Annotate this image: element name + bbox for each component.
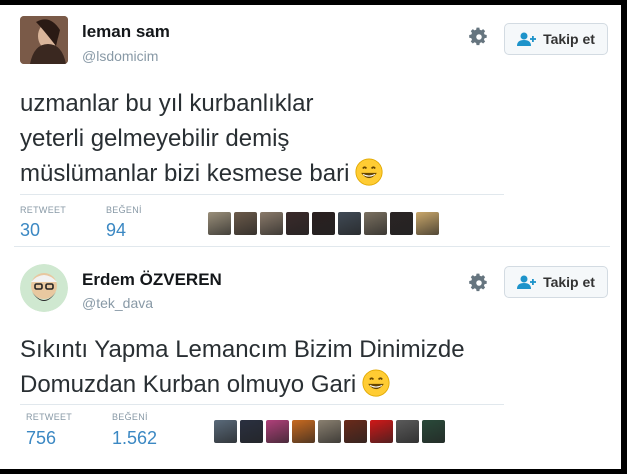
liker-avatar[interactable] xyxy=(416,212,439,235)
liker-avatar[interactable] xyxy=(214,420,237,443)
tweet-text-line: yeterli gelmeyebilir demiş xyxy=(20,125,290,152)
screenshot-frame-top xyxy=(0,0,627,5)
avatar[interactable] xyxy=(20,264,68,312)
tweet-text: uzmanlar bu yıl kurbanlıklar yeterli gel… xyxy=(20,86,384,191)
liker-avatar[interactable] xyxy=(312,212,335,235)
liker-avatar[interactable] xyxy=(422,420,445,443)
tweet-text: Sıkıntı Yapma Lemancım Bizim Dinimizde D… xyxy=(20,332,465,402)
liker-avatar[interactable] xyxy=(364,212,387,235)
liker-avatar[interactable] xyxy=(344,420,367,443)
tweet-text-line: Sıkıntı Yapma Lemancım Bizim Dinimizde xyxy=(20,336,465,363)
liker-avatar[interactable] xyxy=(286,212,309,235)
display-name[interactable]: leman sam xyxy=(82,22,170,42)
like-label: BEĞENİ xyxy=(106,205,142,215)
screenshot-frame-bottom xyxy=(0,469,627,474)
follow-button-label: Takip et xyxy=(543,274,595,290)
liker-avatars xyxy=(214,420,445,443)
tweet-text-line: Domuzdan Kurban olmuyo Gari xyxy=(20,367,465,402)
username[interactable]: @lsdomicim xyxy=(82,48,158,64)
follow-button-label: Takip et xyxy=(543,31,595,47)
follow-button[interactable]: Takip et xyxy=(504,266,608,298)
like-count[interactable]: 1.562 xyxy=(112,428,157,449)
screenshot-frame-right xyxy=(621,0,627,474)
follow-user-icon xyxy=(517,32,537,46)
retweet-count[interactable]: 30 xyxy=(20,220,40,241)
liker-avatar[interactable] xyxy=(338,212,361,235)
liker-avatar[interactable] xyxy=(370,420,393,443)
liker-avatars xyxy=(208,212,439,235)
grinning-face-icon xyxy=(362,369,390,397)
retweet-label: RETWEET xyxy=(20,205,67,215)
liker-avatar[interactable] xyxy=(260,212,283,235)
retweet-label: RETWEET xyxy=(26,412,73,422)
gear-icon[interactable] xyxy=(468,272,490,294)
like-count[interactable]: 94 xyxy=(106,220,126,241)
liker-avatar[interactable] xyxy=(390,212,413,235)
liker-avatar[interactable] xyxy=(266,420,289,443)
retweet-count[interactable]: 756 xyxy=(26,428,56,449)
tweet-text-line: müslümanlar bizi kesmese bari xyxy=(20,156,384,191)
liker-avatar[interactable] xyxy=(208,212,231,235)
liker-avatar[interactable] xyxy=(234,212,257,235)
liker-avatar[interactable] xyxy=(292,420,315,443)
gear-icon[interactable] xyxy=(468,26,490,48)
stats-divider xyxy=(20,404,504,405)
like-label: BEĞENİ xyxy=(112,412,148,422)
avatar[interactable] xyxy=(20,16,68,64)
display-name[interactable]: Erdem ÖZVEREN xyxy=(82,270,222,290)
tweet-card: leman sam @lsdomicim Takip et uzmanlar b… xyxy=(14,12,610,244)
username[interactable]: @tek_dava xyxy=(82,295,153,311)
tweet-card: Erdem ÖZVEREN @tek_dava Takip et Sıkıntı… xyxy=(14,258,610,464)
liker-avatar[interactable] xyxy=(240,420,263,443)
liker-avatar[interactable] xyxy=(396,420,419,443)
grinning-face-icon xyxy=(355,158,384,186)
follow-button[interactable]: Takip et xyxy=(504,23,608,55)
liker-avatar[interactable] xyxy=(318,420,341,443)
stats-divider xyxy=(20,194,504,195)
tweet-divider xyxy=(14,246,610,247)
tweet-text-line: uzmanlar bu yıl kurbanlıklar xyxy=(20,90,314,117)
follow-user-icon xyxy=(517,275,537,289)
